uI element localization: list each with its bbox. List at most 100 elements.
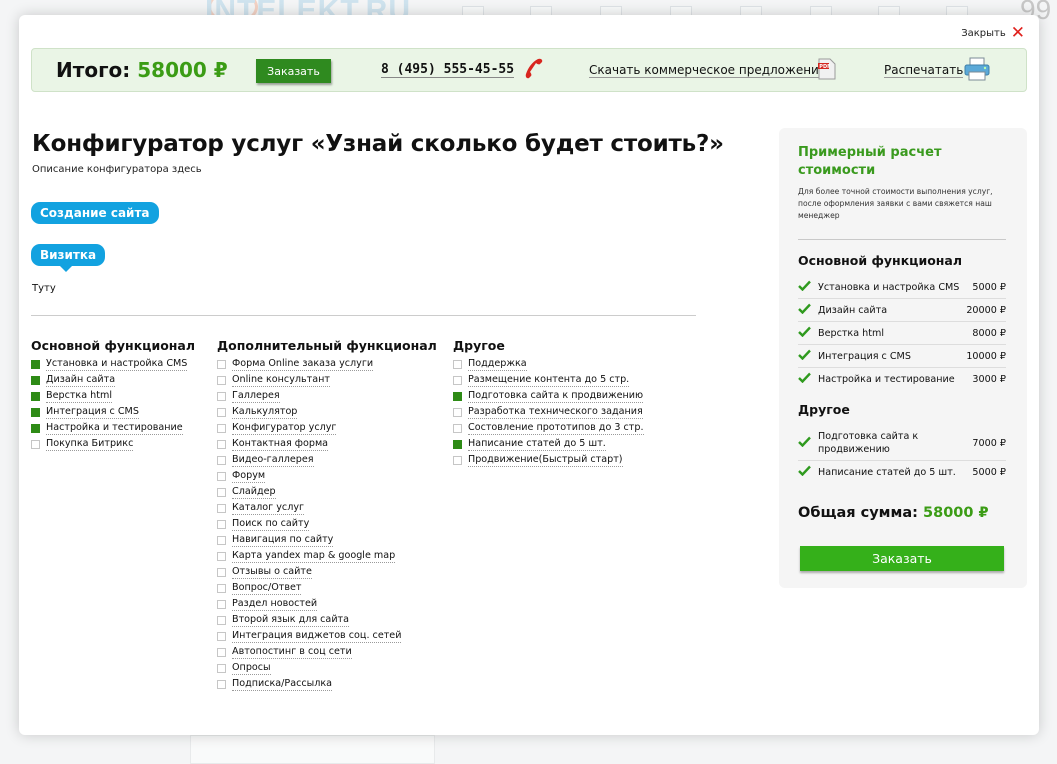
option-item[interactable]: Написание статей до 5 шт. xyxy=(453,436,644,452)
option-checkbox[interactable] xyxy=(31,359,40,369)
option-checkbox[interactable] xyxy=(217,423,226,433)
printer-icon[interactable] xyxy=(964,57,990,85)
option-item[interactable]: Размещение контента до 5 стр. xyxy=(453,372,644,388)
option-item[interactable]: Видео-галлерея xyxy=(217,452,437,468)
option-checkbox[interactable] xyxy=(453,375,462,385)
option-item[interactable]: Установка и настройка CMS xyxy=(31,356,195,372)
option-item[interactable]: Опросы xyxy=(217,660,437,676)
option-checkbox[interactable] xyxy=(453,455,462,465)
type-pill-business-card[interactable]: Визитка xyxy=(31,244,106,272)
option-checkbox[interactable] xyxy=(31,439,40,449)
option-label[interactable]: Верстка html xyxy=(46,390,113,403)
option-checkbox[interactable] xyxy=(217,519,226,529)
option-checkbox[interactable] xyxy=(217,567,226,577)
option-item[interactable]: Подписка/Рассылка xyxy=(217,676,437,692)
option-label[interactable]: Форум xyxy=(232,470,266,483)
option-checkbox[interactable] xyxy=(217,631,226,641)
print-link[interactable]: Распечатать xyxy=(884,63,964,78)
option-checkbox[interactable] xyxy=(31,391,40,401)
option-item[interactable]: Разработка технического задания xyxy=(453,404,644,420)
option-item[interactable]: Навигация по сайту xyxy=(217,532,437,548)
option-label[interactable]: Online консультант xyxy=(232,374,330,387)
option-label[interactable]: Карта yandex map & google map xyxy=(232,550,396,563)
option-label[interactable]: Слайдер xyxy=(232,486,276,499)
option-item[interactable]: Второй язык для сайта xyxy=(217,612,437,628)
option-item[interactable]: Форум xyxy=(217,468,437,484)
option-checkbox[interactable] xyxy=(217,375,226,385)
category-pill-site-creation[interactable]: Создание сайта xyxy=(31,202,159,224)
option-label[interactable]: Поддержка xyxy=(468,358,527,371)
option-label[interactable]: Написание статей до 5 шт. xyxy=(468,438,606,451)
option-label[interactable]: Подписка/Рассылка xyxy=(232,678,332,691)
option-label[interactable]: Покупка Битрикс xyxy=(46,438,134,451)
option-item[interactable]: Поиск по сайту xyxy=(217,516,437,532)
option-label[interactable]: Форма Online заказа услуги xyxy=(232,358,374,371)
order-button-top[interactable]: Заказать xyxy=(256,59,331,83)
option-checkbox[interactable] xyxy=(453,407,462,417)
option-label[interactable]: Размещение контента до 5 стр. xyxy=(468,374,630,387)
option-label[interactable]: Галлерея xyxy=(232,390,280,403)
option-item[interactable]: Галлерея xyxy=(217,388,437,404)
close-icon[interactable]: ✕ xyxy=(1011,25,1025,42)
option-checkbox[interactable] xyxy=(217,599,226,609)
option-item[interactable]: Поддержка xyxy=(453,356,644,372)
option-label[interactable]: Интеграция виджетов соц. сетей xyxy=(232,630,402,643)
option-checkbox[interactable] xyxy=(453,359,462,369)
option-checkbox[interactable] xyxy=(217,615,226,625)
option-label[interactable]: Состовление прототипов до 3 стр. xyxy=(468,422,644,435)
option-checkbox[interactable] xyxy=(217,663,226,673)
option-label[interactable]: Автопостинг в соц сети xyxy=(232,646,352,659)
option-checkbox[interactable] xyxy=(217,391,226,401)
option-checkbox[interactable] xyxy=(217,487,226,497)
option-checkbox[interactable] xyxy=(217,583,226,593)
option-checkbox[interactable] xyxy=(217,647,226,657)
option-label[interactable]: Отзывы о сайте xyxy=(232,566,312,579)
option-item[interactable]: Дизайн сайта xyxy=(31,372,195,388)
option-checkbox[interactable] xyxy=(453,423,462,433)
option-item[interactable]: Раздел новостей xyxy=(217,596,437,612)
option-label[interactable]: Навигация по сайту xyxy=(232,534,334,547)
option-item[interactable]: Конфигуратор услуг xyxy=(217,420,437,436)
option-label[interactable]: Каталог услуг xyxy=(232,502,305,515)
order-button-panel[interactable]: Заказать xyxy=(800,546,1004,571)
option-item[interactable]: Карта yandex map & google map xyxy=(217,548,437,564)
option-checkbox[interactable] xyxy=(453,439,462,449)
option-item[interactable]: Форма Online заказа услуги xyxy=(217,356,437,372)
option-item[interactable]: Покупка Битрикс xyxy=(31,436,195,452)
option-item[interactable]: Интеграция виджетов соц. сетей xyxy=(217,628,437,644)
option-checkbox[interactable] xyxy=(217,455,226,465)
option-item[interactable]: Интеграция с CMS xyxy=(31,404,195,420)
option-checkbox[interactable] xyxy=(31,423,40,433)
option-item[interactable]: Отзывы о сайте xyxy=(217,564,437,580)
option-item[interactable]: Настройка и тестирование xyxy=(31,420,195,436)
option-item[interactable]: Слайдер xyxy=(217,484,437,500)
option-checkbox[interactable] xyxy=(217,407,226,417)
option-item[interactable]: Контактная форма xyxy=(217,436,437,452)
option-checkbox[interactable] xyxy=(31,375,40,385)
download-offer-link[interactable]: Скачать коммерческое предложение xyxy=(589,63,827,78)
option-label[interactable]: Видео-галлерея xyxy=(232,454,314,467)
option-item[interactable]: Вопрос/Ответ xyxy=(217,580,437,596)
option-item[interactable]: Продвижение(Быстрый старт) xyxy=(453,452,644,468)
option-item[interactable]: Верстка html xyxy=(31,388,195,404)
option-checkbox[interactable] xyxy=(217,679,226,689)
option-label[interactable]: Вопрос/Ответ xyxy=(232,582,302,595)
option-label[interactable]: Калькулятор xyxy=(232,406,298,419)
option-item[interactable]: Автопостинг в соц сети xyxy=(217,644,437,660)
option-item[interactable]: Подготовка сайта к продвижению xyxy=(453,388,644,404)
option-item[interactable]: Каталог услуг xyxy=(217,500,437,516)
option-label[interactable]: Конфигуратор услуг xyxy=(232,422,337,435)
option-item[interactable]: Online консультант xyxy=(217,372,437,388)
option-checkbox[interactable] xyxy=(217,551,226,561)
option-label[interactable]: Продвижение(Быстрый старт) xyxy=(468,454,623,467)
option-checkbox[interactable] xyxy=(453,391,462,401)
option-checkbox[interactable] xyxy=(217,471,226,481)
option-label[interactable]: Поиск по сайту xyxy=(232,518,310,531)
option-checkbox[interactable] xyxy=(31,407,40,417)
phone-link[interactable]: 8 (495) 555-45-55 xyxy=(381,62,515,78)
option-label[interactable]: Настройка и тестирование xyxy=(46,422,183,435)
option-item[interactable]: Состовление прототипов до 3 стр. xyxy=(453,420,644,436)
option-label[interactable]: Подготовка сайта к продвижению xyxy=(468,390,644,403)
option-label[interactable]: Контактная форма xyxy=(232,438,329,451)
option-label[interactable]: Интеграция с CMS xyxy=(46,406,139,419)
